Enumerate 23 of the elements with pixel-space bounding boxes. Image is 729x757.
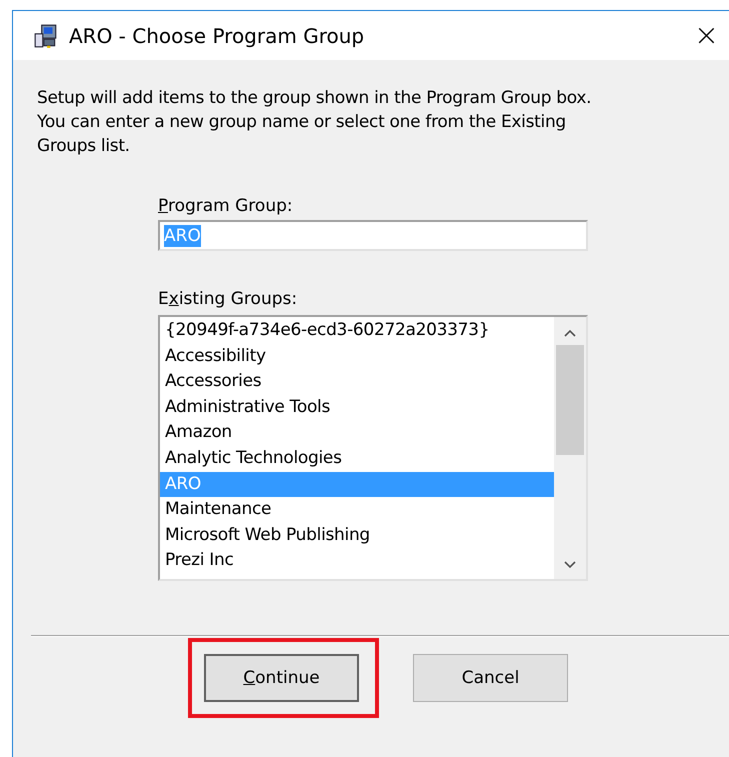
list-item[interactable]: Accessibility	[160, 344, 554, 370]
list-item[interactable]: Prezi Inc	[160, 548, 554, 574]
field-label: Program Group:	[158, 196, 293, 216]
list-item[interactable]: Accessories	[160, 369, 554, 395]
dialog-button[interactable]: Continue	[204, 654, 359, 702]
field-value: ARO	[164, 224, 201, 246]
instructions-text: Setup will add items to the group shown in the Program Group box. You can enter a new group name or select one from the Existing Groups list.	[37, 87, 592, 158]
list-item[interactable]: {20949f-a734e6-ecd3-60272a203373}	[160, 318, 554, 344]
groups-listbox[interactable]: {20949f-a734e6-ecd3-60272a203373} Accessibility Accessories Administrative Tools Amazon Analytic Technologies ARO Maintenance Microsoft Web Publishing Prezi Inc	[158, 315, 588, 581]
window-title: ARO - Choose Program Group	[69, 24, 364, 48]
scrollbar-thumb[interactable]	[556, 345, 584, 455]
close-button[interactable]: ×	[690, 20, 723, 50]
list-item[interactable]: Administrative Tools	[160, 394, 554, 420]
list-item[interactable]: Microsoft Web Publishing	[160, 522, 554, 548]
list-item[interactable]: Amazon	[160, 420, 554, 446]
scrollbar[interactable]	[554, 317, 586, 579]
list-label: Existing Groups:	[158, 289, 298, 309]
list-item[interactable]: Maintenance	[160, 497, 554, 523]
list-item[interactable]: Analytic Technologies	[160, 446, 554, 472]
dialog-button[interactable]: Cancel	[413, 654, 568, 702]
computer-icon	[33, 22, 59, 48]
scroll-up-icon[interactable]	[564, 329, 576, 337]
scroll-down-icon[interactable]	[564, 561, 576, 569]
